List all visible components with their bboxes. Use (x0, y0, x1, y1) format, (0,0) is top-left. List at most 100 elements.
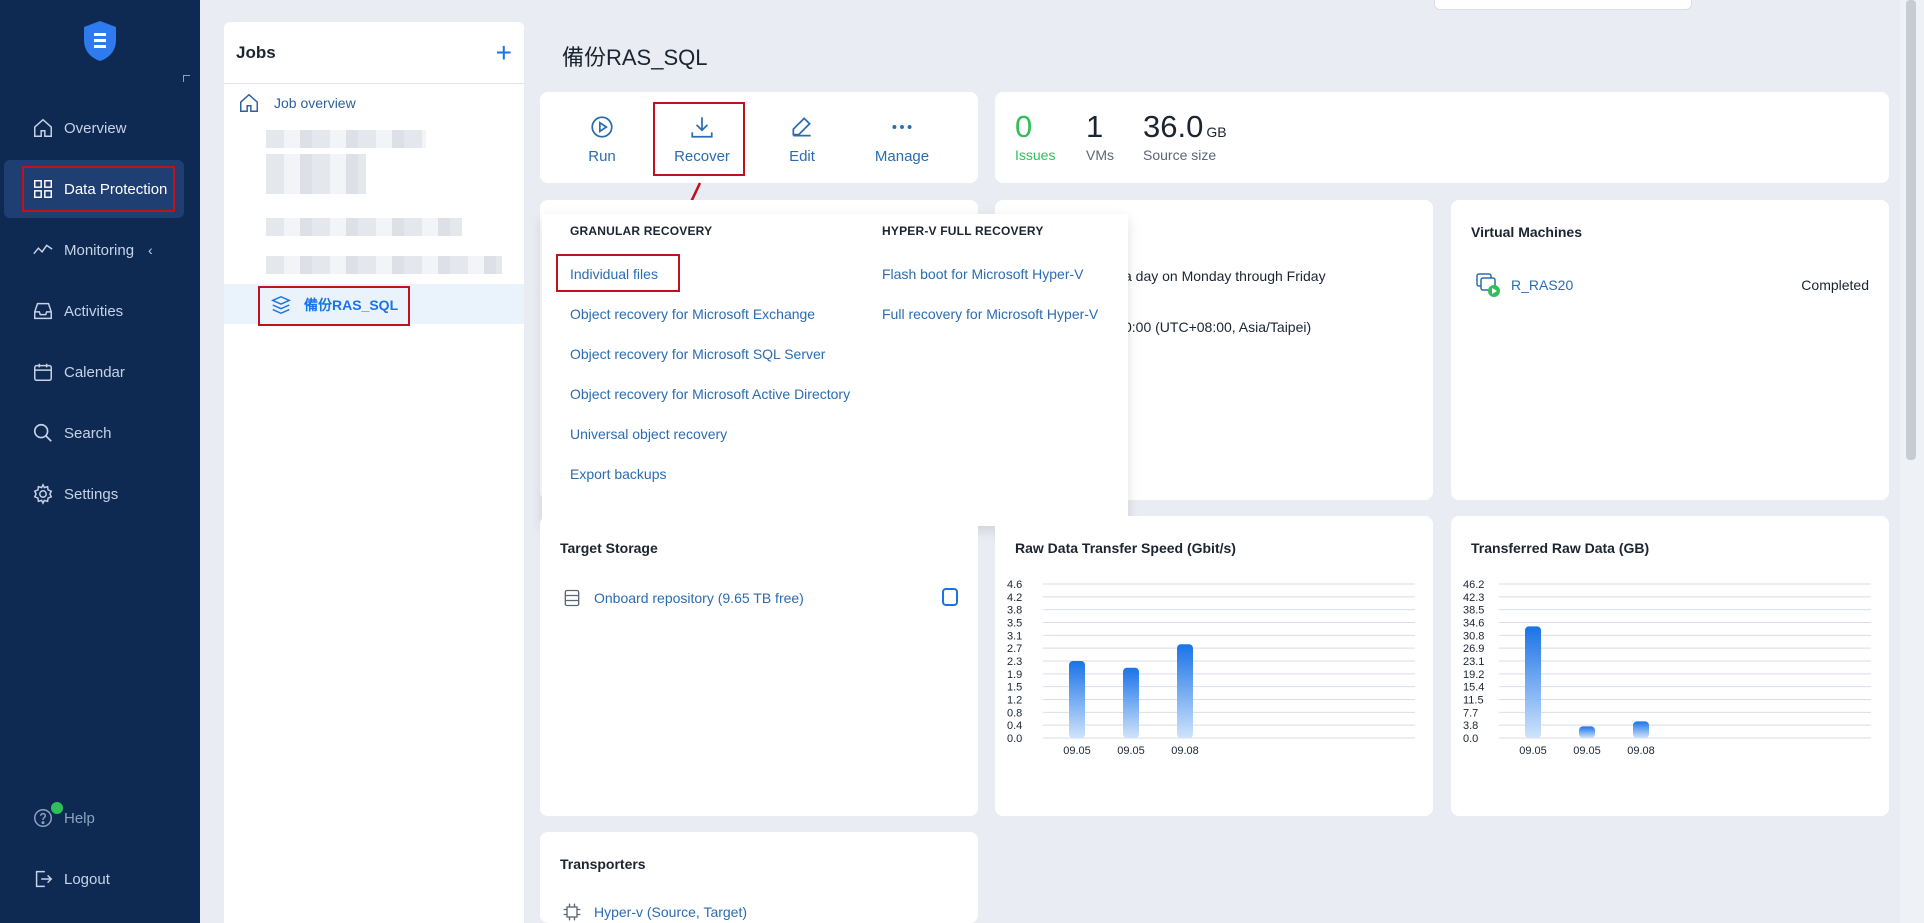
bar[interactable] (1579, 726, 1595, 738)
database-icon (564, 589, 580, 607)
y-tick-label: 38.5 (1463, 605, 1484, 617)
edit-button[interactable]: Edit (752, 114, 852, 165)
app-logo-icon[interactable] (82, 20, 118, 62)
chart-title: Raw Data Transfer Speed (Gbit/s) (1015, 540, 1236, 556)
granular-recovery-heading: GRANULAR RECOVERY (570, 224, 713, 238)
home-icon (34, 118, 52, 137)
menu-item-export-backups[interactable]: Export backups (570, 466, 667, 482)
top-search-stub[interactable] (1434, 0, 1692, 10)
menu-item-ad-recovery[interactable]: Object recovery for Microsoft Active Dir… (570, 386, 850, 402)
run-button[interactable]: Run (552, 114, 652, 165)
y-tick-label: 2.7 (1007, 643, 1022, 655)
repository-link[interactable]: Onboard repository (9.65 TB free) (594, 590, 804, 606)
pulse-icon (33, 244, 53, 255)
y-tick-label: 15.4 (1463, 682, 1484, 694)
repository-row[interactable]: Onboard repository (9.65 TB free) (562, 588, 804, 608)
sidebar-item-overview[interactable]: Overview (0, 106, 200, 150)
more-horizontal-icon (892, 125, 912, 129)
sidebar-item-monitoring[interactable]: Monitoring ‹ (0, 228, 200, 272)
actions-card: Run Recover Edit Manage (540, 92, 978, 183)
bar[interactable] (1177, 644, 1193, 738)
edit-icon (792, 117, 811, 137)
menu-item-individual-files[interactable]: Individual files (570, 266, 658, 282)
manage-button[interactable]: Manage (852, 114, 952, 165)
add-job-button[interactable]: + (496, 38, 512, 67)
y-tick-label: 4.6 (1007, 579, 1022, 591)
vm-name-link[interactable]: R_RAS20 (1511, 277, 1573, 293)
y-tick-label: 3.5 (1007, 618, 1022, 630)
y-tick-label: 1.5 (1007, 682, 1022, 694)
transporters-card: Transporters Hyper-v (Source, Target) (540, 832, 978, 923)
y-tick-label: 3.1 (1007, 630, 1022, 642)
page-scrollbar-thumb[interactable] (1906, 0, 1916, 460)
bar[interactable] (1633, 721, 1649, 738)
sidebar-item-data-protection[interactable]: Data Protection (4, 160, 184, 218)
bar[interactable] (1069, 661, 1085, 738)
transporters-title: Transporters (560, 856, 646, 872)
home-icon (240, 93, 258, 112)
logout-icon (35, 870, 53, 888)
redacted-job-item[interactable] (266, 218, 462, 236)
transporter-row[interactable]: Hyper-v (Source, Target) (562, 902, 747, 922)
stats-card: 0 Issues 1 VMs 36.0 GB Source size (995, 92, 1889, 183)
job-stack-icon (270, 295, 292, 315)
repository-checkbox[interactable] (942, 588, 958, 606)
transporter-link[interactable]: Hyper-v (Source, Target) (594, 904, 747, 920)
sidebar-item-search[interactable]: Search (0, 411, 200, 455)
sidebar-collapse-handle[interactable] (183, 75, 190, 82)
y-tick-label: 46.2 (1463, 579, 1484, 591)
y-tick-label: 23.1 (1463, 656, 1484, 668)
vm-card-title: Virtual Machines (1471, 224, 1583, 240)
y-tick-label: 4.2 (1007, 592, 1022, 604)
edit-label: Edit (789, 148, 815, 165)
sidebar-item-label: Calendar (64, 363, 125, 381)
sidebar-item-label: Monitoring (64, 241, 135, 259)
source-size-label: Source size (1143, 147, 1217, 164)
source-size-unit: GB (1206, 124, 1227, 140)
job-overview-link[interactable]: Job overview (238, 92, 356, 114)
sidebar-item-settings[interactable]: Settings (0, 472, 200, 516)
y-tick-label: 0.0 (1463, 733, 1478, 745)
chart-title: Transferred Raw Data (GB) (1471, 540, 1650, 556)
vm-running-icon (1476, 273, 1500, 297)
menu-item-sql-recovery[interactable]: Object recovery for Microsoft SQL Server (570, 346, 825, 362)
menu-item-exchange-recovery[interactable]: Object recovery for Microsoft Exchange (570, 306, 815, 322)
sidebar-item-label: Logout (64, 870, 110, 888)
y-tick-label: 1.2 (1007, 695, 1022, 707)
sidebar-item-logout[interactable]: Logout (0, 857, 200, 901)
search-icon (33, 423, 52, 442)
schedule-text-2: 0:00 (UTC+08:00, Asia/Taipei) (1124, 319, 1312, 335)
x-tick-label: 09.08 (1171, 745, 1199, 757)
job-item-selected[interactable]: 備份RAS_SQL (224, 284, 524, 326)
redacted-job-item[interactable] (266, 130, 426, 148)
bar[interactable] (1123, 667, 1139, 738)
recover-dropdown-menu: GRANULAR RECOVERY Individual files Objec… (542, 214, 1128, 526)
y-tick-label: 7.7 (1463, 707, 1478, 719)
chevron-left-icon: ‹ (148, 242, 153, 258)
menu-item-universal-recovery[interactable]: Universal object recovery (570, 426, 727, 442)
y-tick-label: 2.3 (1007, 656, 1022, 668)
bar[interactable] (1525, 626, 1541, 738)
redacted-job-item[interactable] (266, 256, 502, 274)
vm-row[interactable]: R_RAS20 Completed (1475, 272, 1869, 298)
menu-item-flash-boot[interactable]: Flash boot for Microsoft Hyper-V (882, 266, 1084, 282)
target-storage-title: Target Storage (560, 540, 658, 556)
y-tick-label: 11.5 (1463, 695, 1484, 707)
vms-stat: 1 VMs (1086, 108, 1114, 163)
sidebar-item-label: Overview (64, 119, 127, 137)
y-tick-label: 30.8 (1463, 630, 1484, 642)
sidebar: Overview Data Protection Monitoring ‹ Ac… (0, 0, 200, 923)
sidebar-item-help[interactable]: Help (0, 796, 200, 840)
play-circle-icon (591, 116, 613, 138)
redacted-job-item[interactable] (266, 154, 366, 194)
y-tick-label: 0.8 (1007, 707, 1022, 719)
x-tick-label: 09.08 (1627, 745, 1655, 757)
transfer-speed-chart: 4.64.23.83.53.12.72.31.91.51.20.80.40.0 0… (1007, 579, 1415, 757)
sidebar-item-activities[interactable]: Activities (0, 289, 200, 333)
y-tick-label: 1.9 (1007, 669, 1022, 681)
menu-item-full-recovery[interactable]: Full recovery for Microsoft Hyper-V (882, 306, 1098, 322)
virtual-machines-card: Virtual Machines R_RAS20 Completed (1451, 200, 1889, 500)
hyperv-recovery-heading: HYPER-V FULL RECOVERY (882, 224, 1044, 238)
issues-stat[interactable]: 0 Issues (1015, 108, 1055, 163)
sidebar-item-calendar[interactable]: Calendar (0, 350, 200, 394)
